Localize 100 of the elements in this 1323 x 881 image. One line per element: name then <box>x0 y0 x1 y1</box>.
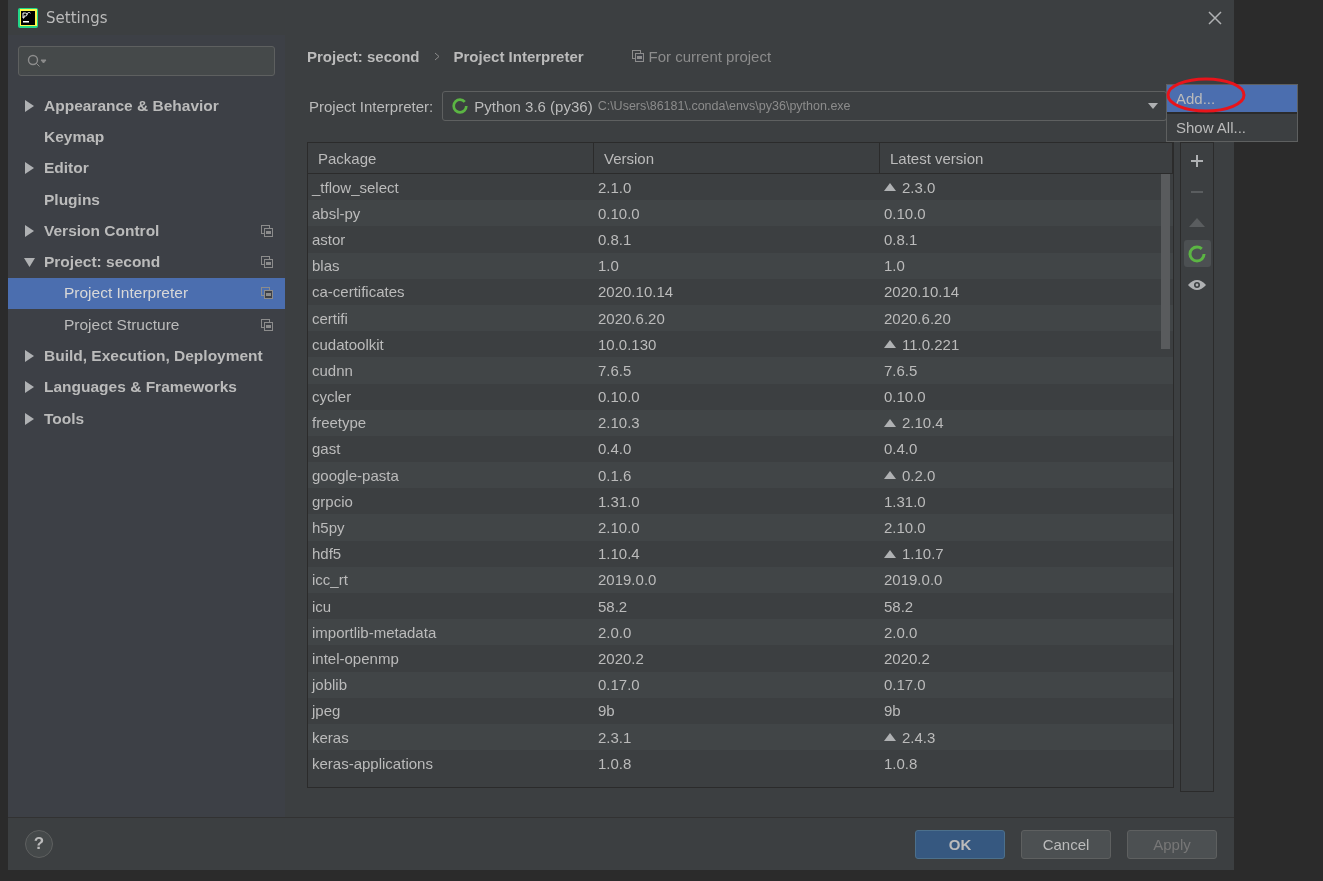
version-cell-text: 0.17.0 <box>597 676 641 694</box>
version-cell-text: 1.31.0 <box>597 492 641 510</box>
package-cell-text: google-pasta <box>311 466 400 484</box>
app-logo-icon <box>18 7 38 28</box>
upgrade-arrow-icon <box>884 471 896 480</box>
latest-version-cell-text: 2020.6.20 <box>883 309 952 327</box>
sidebar-item[interactable]: Project Interpreter <box>8 277 285 310</box>
copy-icon <box>631 50 644 62</box>
sidebar-item[interactable]: Version Control <box>8 215 285 247</box>
eye-icon <box>1188 278 1206 291</box>
ring-icon <box>1187 243 1207 264</box>
sidebar-item-text: Project Interpreter <box>64 284 190 303</box>
plus-icon <box>1190 153 1204 168</box>
sidebar-item-text: Plugins <box>44 190 101 209</box>
version-cell-text: 2020.10.14 <box>597 283 675 301</box>
version-cell-text: 0.10.0 <box>597 388 641 406</box>
search-field[interactable] <box>18 46 275 76</box>
close-icon[interactable] <box>1208 10 1222 25</box>
sidebar-item-text: Project: second <box>44 253 162 272</box>
package-cell-text: gast <box>311 440 342 458</box>
column-header[interactable]: Version <box>594 143 880 173</box>
expand-arrow-icon[interactable] <box>24 224 35 237</box>
upgrade-arrow-icon <box>884 418 896 427</box>
expand-arrow-icon[interactable] <box>24 99 35 112</box>
latest-version-cell-text: 2.10.0 <box>883 519 927 537</box>
latest-version-cell-text: 7.6.5 <box>883 361 919 379</box>
minus-icon <box>1190 189 1204 194</box>
version-cell-text: 2.0.0 <box>597 623 633 641</box>
latest-version-cell-text: 0.8.1 <box>883 230 919 248</box>
version-cell-text: 0.1.6 <box>597 466 633 484</box>
interpreter-dropdown[interactable]: Python 3.6 (py36) C:\Users\86181\.conda\envs\py36\python.exe <box>442 91 1167 121</box>
package-cell-text: jpeg <box>310 702 342 720</box>
window-title: Settings <box>46 8 109 27</box>
search-icon <box>27 54 47 68</box>
latest-version-cell-text: 2020.2 <box>883 649 931 667</box>
copy-icon <box>261 224 273 237</box>
package-cell-text: _tflow_select <box>310 178 400 196</box>
latest-version-cell-text: 2020.10.14 <box>883 283 961 301</box>
latest-version-cell: 2.3.0 <box>880 178 1161 196</box>
latest-version-cell-text: 0.10.0 <box>883 388 927 406</box>
sidebar-item[interactable]: Keymap <box>8 121 285 153</box>
expand-arrow-icon[interactable] <box>24 412 35 425</box>
version-cell-text: 2.1.0 <box>597 178 633 196</box>
scrollbar[interactable] <box>1161 174 1170 349</box>
expand-arrow-icon[interactable] <box>24 350 35 362</box>
latest-version-cell-text: 1.31.0 <box>883 492 927 510</box>
latest-version-cell-text: 58.2 <box>883 597 915 615</box>
sidebar-item[interactable]: Project: second <box>8 246 285 278</box>
dropdown-arrow-icon <box>1148 103 1158 109</box>
help-button[interactable]: ? <box>25 830 53 858</box>
latest-version-cell: 11.0.221 <box>880 335 1161 353</box>
sidebar-item[interactable]: Project Structure <box>8 309 285 341</box>
package-cell-text: importlib-metadata <box>311 623 438 641</box>
package-cell-text: icu <box>311 597 333 615</box>
package-cell-text: cycler <box>311 388 353 406</box>
latest-version-cell: 1.10.7 <box>880 545 1161 563</box>
package-cell-text: certifi <box>311 309 349 327</box>
interpreter-path: C:\Users\86181\.conda\envs\py36\python.exe <box>597 99 852 113</box>
version-cell-text: 58.2 <box>597 597 629 615</box>
version-cell-text: 0.10.0 <box>597 204 641 222</box>
interpreter-name: Python 3.6 (py36) <box>474 97 593 115</box>
latest-version-cell-text: 1.0 <box>883 257 906 275</box>
dialog-button[interactable]: Cancel <box>1021 829 1111 859</box>
sidebar-item-text: Keymap <box>44 127 106 146</box>
breadcrumb-item: Project: second <box>307 47 420 65</box>
package-cell-text: astor <box>311 230 347 248</box>
package-cell-text: cudnn <box>311 361 354 379</box>
expand-arrow-icon[interactable] <box>24 381 35 394</box>
sidebar-item[interactable]: Appearance & Behavior <box>8 90 285 122</box>
latest-version-cell-text: 1.0.8 <box>883 754 919 772</box>
version-cell-text: 0.8.1 <box>597 230 633 248</box>
package-cell-text: ca-certificates <box>311 283 406 301</box>
sidebar-item[interactable]: Editor <box>8 152 285 184</box>
column-header[interactable]: Package <box>308 143 594 173</box>
collapse-arrow-icon[interactable] <box>24 256 35 269</box>
menu-item[interactable]: Show All... <box>1167 114 1297 141</box>
package-cell-text: joblib <box>310 676 349 694</box>
sidebar-item[interactable]: Tools <box>8 402 285 435</box>
package-cell-text: intel-openmp <box>311 649 400 667</box>
sidebar-item-text: Appearance & Behavior <box>44 96 220 115</box>
sidebar-item[interactable]: Languages & Frameworks <box>8 371 285 403</box>
package-cell-text: absl-py <box>311 204 362 222</box>
sidebar-item[interactable]: Build, Execution, Deployment <box>8 340 285 372</box>
version-cell-text: 9b <box>597 702 616 720</box>
package-cell-text: hdf5 <box>311 545 343 563</box>
copy-icon <box>261 318 273 331</box>
sidebar-item-text: Project Structure <box>64 315 181 334</box>
ok-button[interactable]: OK <box>915 829 1005 859</box>
chevron-icon <box>433 51 440 61</box>
package-cell-text: cudatoolkit <box>311 335 385 353</box>
sidebar-item[interactable]: Plugins <box>8 183 285 216</box>
version-cell-text: 1.0.8 <box>597 754 633 772</box>
conda-tool-button[interactable] <box>1183 240 1211 267</box>
expand-arrow-icon[interactable] <box>24 162 35 175</box>
version-cell-text: 1.0 <box>597 257 620 275</box>
sidebar-item-text: Version Control <box>44 221 161 240</box>
column-header[interactable]: Latest version <box>880 143 1173 173</box>
upgrade-arrow-icon <box>884 549 896 558</box>
upgrade-arrow-icon <box>884 340 896 349</box>
package-cell-text: keras-applications <box>311 754 434 772</box>
